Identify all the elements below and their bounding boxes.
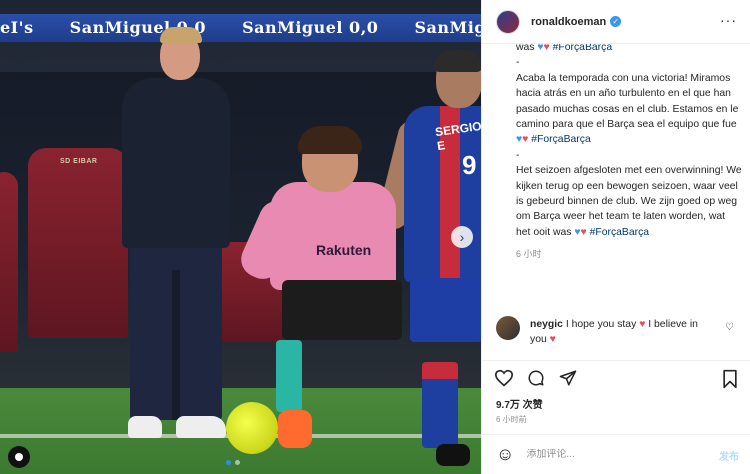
caption-text: Acaba la temporada con una victoria! Mir…: [516, 72, 739, 131]
red-heart-icon: ♥: [580, 226, 587, 238]
coach-shoe: [176, 416, 226, 438]
comment-item: neygic I hope you stay ♥ I believe in yo…: [496, 316, 742, 356]
banner-text: SanMiguel 0,0: [242, 18, 379, 37]
shirt-sponsor: Rakuten: [316, 242, 372, 258]
coach-hair: [160, 27, 202, 43]
dugout-seat: [28, 148, 128, 338]
hashtag-link[interactable]: #ForçaBarça: [553, 44, 612, 53]
dugout-seat: [0, 172, 18, 352]
comment-text: neygic I hope you stay ♥ I believe in yo…: [530, 317, 706, 347]
like-count[interactable]: 9.7万 次赞: [496, 396, 543, 411]
post-photo[interactable]: eI's SanMiguel 0,0 SanMiguel 0,0 SanMigu…: [0, 0, 481, 474]
post-timestamp: 6 小时前: [496, 415, 527, 424]
opponent-shirt-name: SERGIO E: [434, 118, 481, 154]
joma-text: Joma: [14, 54, 43, 66]
player-hair: [298, 126, 362, 154]
red-heart-icon: ♥: [639, 319, 646, 330]
sponsor-strip: Joma Joma: [0, 50, 481, 70]
carousel-next-button[interactable]: ›: [451, 226, 473, 248]
verified-badge-icon: ✓: [610, 16, 622, 27]
add-comment-bar: ☺ 发布: [482, 434, 750, 474]
caption-time: 6 小时: [516, 249, 542, 260]
coach-shoe: [128, 416, 162, 438]
post-side-panel: ronaldkoeman ✓ ··· was ♥♥ #ForçaBarça - …: [481, 0, 750, 474]
bookmark-icon[interactable]: [721, 369, 739, 392]
avatar[interactable]: [496, 9, 520, 34]
opponent-shorts: [410, 278, 481, 342]
player-boot: [278, 410, 312, 448]
post-caption: was ♥♥ #ForçaBarça - Acaba la temporada …: [496, 44, 742, 306]
red-heart-icon: ♥: [522, 134, 529, 146]
tagged-users-button[interactable]: [8, 446, 30, 468]
username-link[interactable]: ronaldkoeman: [531, 16, 606, 28]
joma-text: Joma: [202, 54, 231, 66]
user-tag-icon: [15, 453, 23, 461]
seat-label: SD EIBAR: [60, 158, 98, 165]
opponent-shoe: [436, 444, 470, 466]
comment-like-icon[interactable]: ♡: [725, 322, 734, 333]
player-sock: [276, 340, 302, 412]
stadium-banner: eI's SanMiguel 0,0 SanMiguel 0,0 SanMigu…: [0, 14, 481, 42]
carousel-dot: [235, 460, 240, 465]
coach-legs-gap: [172, 270, 180, 420]
hashtag-link[interactable]: #ForçaBarça: [531, 134, 590, 145]
commenter-username[interactable]: neygic: [530, 319, 563, 330]
caption-first-line: was ♥♥ #ForçaBarça: [516, 44, 742, 55]
caption-dash: -: [516, 57, 520, 69]
banner-text: SanMiguel 0,0: [414, 18, 481, 37]
player-shirt: [270, 182, 396, 290]
post-comment-button[interactable]: 发布: [719, 448, 739, 463]
like-heart-icon[interactable]: [494, 369, 514, 390]
caption-dutch: Het seizoen afgesloten met een overwinni…: [516, 163, 742, 240]
carousel-dots: [226, 460, 240, 465]
football: [226, 402, 278, 454]
post-header: ronaldkoeman ✓ ···: [482, 0, 750, 44]
caption-text: was: [516, 44, 535, 53]
carousel-dot: [226, 460, 231, 465]
caption-spanish: Acaba la temporada con una victoria! Mir…: [516, 71, 742, 148]
caption-dash: -: [516, 149, 520, 161]
opponent-sock: [422, 362, 458, 448]
comment-bubble-icon[interactable]: [526, 369, 546, 390]
share-plane-icon[interactable]: [558, 369, 578, 390]
comment-text-part: I hope you stay: [565, 319, 637, 330]
comment-input[interactable]: [526, 449, 687, 460]
red-heart-icon: ♥: [549, 334, 556, 345]
banner-text: eI's: [0, 18, 34, 37]
post-actions: [482, 360, 750, 394]
opponent-hair: [434, 50, 481, 72]
commenter-avatar[interactable]: [496, 316, 520, 340]
coach-jacket: [122, 78, 230, 248]
more-options-icon[interactable]: ···: [720, 12, 737, 28]
emoji-icon[interactable]: ☺: [496, 444, 514, 465]
opponent-number: 9: [462, 150, 477, 180]
hashtag-link[interactable]: #ForçaBarça: [590, 227, 649, 238]
red-heart-icon: ♥: [543, 44, 550, 53]
player-shorts: [282, 280, 402, 340]
